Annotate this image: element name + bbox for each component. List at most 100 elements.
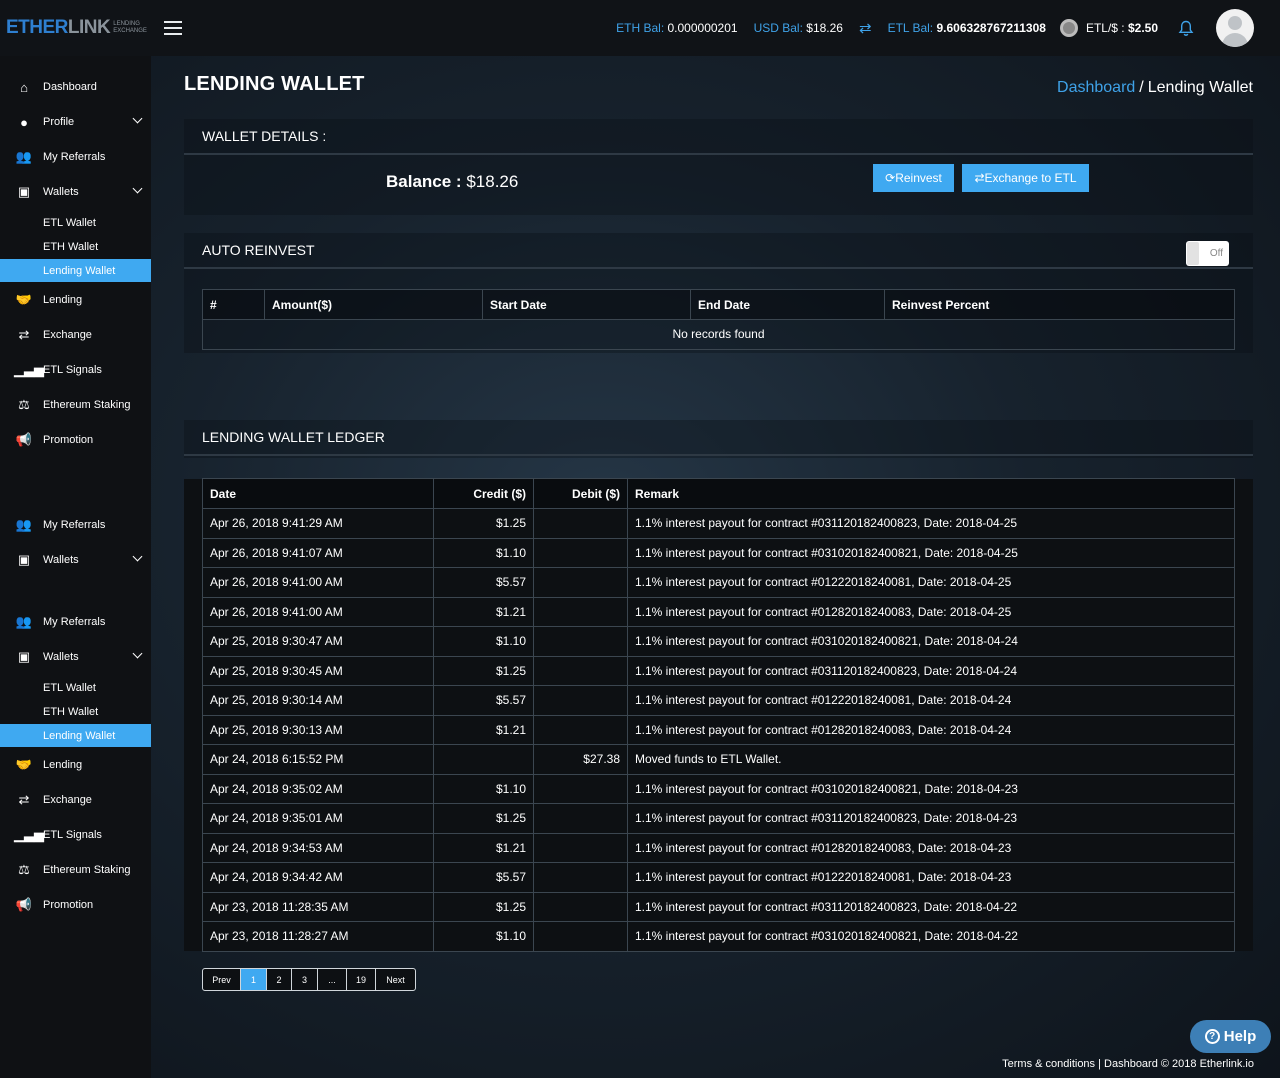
sidebar-item-lending[interactable]: 🤝 Lending (0, 288, 151, 312)
help-button[interactable]: ? Help (1190, 1020, 1271, 1053)
column-header-credit: Credit ($) (433, 478, 534, 509)
sidebar-item-promotion[interactable]: 📢 Promotion (0, 428, 151, 452)
sidebar-item-exchange[interactable]: ⇄ Exchange (0, 323, 151, 347)
chevron-down-icon (132, 648, 143, 659)
sidebar-item-etl-wallet-2[interactable]: ETL Wallet (0, 676, 151, 699)
cell-date: Apr 25, 2018 9:30:14 AM (202, 685, 434, 716)
handshake-icon: 🤝 (15, 757, 33, 772)
cell-debit (533, 862, 628, 893)
sidebar-item-exchange-2[interactable]: ⇄ Exchange (0, 788, 151, 812)
cell-remark: 1.1% interest payout for contract #01282… (627, 832, 1235, 863)
sidebar: ⌂ Dashboard ● Profile 👥 My Referrals ▣ Walle… (0, 56, 151, 1078)
swap-icon[interactable]: ⇄ (859, 19, 872, 37)
sidebar-item-promotion-2[interactable]: 📢 Promotion (0, 893, 151, 917)
sidebar-item-lending-wallet[interactable]: Lending Wallet (0, 259, 151, 282)
sidebar-item-dashboard[interactable]: ⌂ Dashboard (0, 75, 151, 99)
user-icon: ● (20, 114, 28, 130)
bell-icon[interactable] (1178, 20, 1194, 36)
cell-debit (533, 567, 628, 598)
cell-debit (533, 891, 628, 922)
pagination-page-1[interactable]: 1 (241, 969, 267, 990)
logo-text-ether: ETHER (6, 17, 68, 38)
breadcrumb-dashboard-link[interactable]: Dashboard (1057, 79, 1135, 96)
cell-remark: 1.1% interest payout for contract #03102… (627, 626, 1235, 657)
user-avatar[interactable] (1216, 9, 1254, 47)
sidebar-item-ethereum-staking-2[interactable]: ⚖ Ethereum Staking (0, 858, 151, 882)
question-icon: ? (1204, 1029, 1220, 1044)
top-bar: ETHER LINK LENDING EXCHANGE ETH Bal: 0.000… (0, 0, 1280, 56)
exchange-to-etl-button[interactable]: ⇄ Exchange to ETL (962, 164, 1089, 192)
table-row: Apr 24, 2018 9:34:53 AM $1.21 1.1% interes… (202, 832, 1235, 863)
pagination-page-19[interactable]: 19 (347, 969, 376, 990)
sidebar-item-etl-signals-2[interactable]: ▁▃▅ ETL Signals (0, 823, 151, 847)
cell-debit (533, 773, 628, 804)
hamburger-menu-icon[interactable] (164, 21, 182, 35)
table-row: Apr 23, 2018 11:28:35 AM $1.25 1.1% intere… (202, 891, 1235, 922)
sidebar-item-my-referrals-3[interactable]: 👥 My Referrals (0, 610, 151, 634)
cell-remark: 1.1% interest payout for contract #01282… (627, 714, 1235, 745)
cell-date: Apr 26, 2018 9:41:29 AM (202, 508, 434, 539)
exchange-icon: ⇄ (18, 792, 30, 807)
cell-credit: $1.10 (433, 626, 534, 657)
page-title: LENDING WALLET (184, 73, 365, 95)
cell-credit: $1.10 (433, 773, 534, 804)
cell-date: Apr 26, 2018 9:41:00 AM (202, 567, 434, 598)
chevron-down-icon (132, 551, 143, 562)
cell-remark: 1.1% interest payout for contract #03112… (627, 508, 1235, 539)
column-header: Start Date (482, 289, 691, 320)
pagination-prev[interactable]: Prev (203, 969, 241, 990)
cell-remark: 1.1% interest payout for contract #01282… (627, 596, 1235, 627)
column-header: # (202, 289, 265, 320)
chevron-down-icon (132, 113, 143, 124)
sidebar-item-my-referrals[interactable]: 👥 My Referrals (0, 145, 151, 169)
cell-remark: 1.1% interest payout for contract #03112… (627, 803, 1235, 834)
pagination-next[interactable]: Next (376, 969, 415, 990)
etherlink-logo[interactable]: ETHER LINK LENDING EXCHANGE (0, 0, 150, 56)
sidebar-item-ethereum-staking[interactable]: ⚖ Ethereum Staking (0, 393, 151, 417)
coin-icon (1059, 19, 1078, 37)
column-header-remark: Remark (627, 478, 1235, 509)
cell-date: Apr 25, 2018 9:30:13 AM (202, 714, 434, 745)
cell-credit: $1.21 (433, 596, 534, 627)
sidebar-item-lending-wallet-2[interactable]: Lending Wallet (0, 724, 151, 747)
cell-remark: 1.1% interest payout for contract #03102… (627, 537, 1235, 568)
cell-credit: $1.25 (433, 803, 534, 834)
sidebar-item-my-referrals-2[interactable]: 👥 My Referrals (0, 513, 151, 537)
sidebar-item-wallets-2[interactable]: ▣ Wallets (0, 548, 151, 572)
cell-debit (533, 596, 628, 627)
sidebar-item-profile[interactable]: ● Profile (0, 110, 151, 134)
table-header-row: Date Credit ($) Debit ($) Remark (202, 478, 1235, 509)
cell-date: Apr 23, 2018 11:28:35 AM (202, 891, 434, 922)
cell-date: Apr 24, 2018 9:34:53 AM (202, 832, 434, 863)
pagination-page-3[interactable]: 3 (292, 969, 318, 990)
cell-debit: $27.38 (533, 744, 628, 775)
reinvest-button[interactable]: ⟳ Reinvest (873, 164, 954, 192)
sidebar-item-wallets[interactable]: ▣ Wallets (0, 180, 151, 204)
cell-date: Apr 24, 2018 9:35:01 AM (202, 803, 434, 834)
auto-reinvest-toggle[interactable]: Off (1186, 241, 1229, 266)
pagination-page-2[interactable]: 2 (267, 969, 292, 990)
column-header-date: Date (202, 478, 434, 509)
money-icon: ▣ (17, 184, 31, 199)
cell-credit: $1.25 (433, 655, 534, 686)
cell-debit (533, 508, 628, 539)
sidebar-item-eth-wallet-2[interactable]: ETH Wallet (0, 700, 151, 723)
ledger-panel: LENDING WALLET LEDGER (184, 420, 1253, 458)
signal-icon: ▁▃▅ (14, 827, 44, 842)
bullhorn-icon: 📢 (15, 897, 33, 912)
wallet-details-heading: WALLET DETAILS : (184, 119, 1253, 155)
sidebar-item-etl-signals[interactable]: ▁▃▅ ETL Signals (0, 358, 151, 382)
cell-date: Apr 24, 2018 9:35:02 AM (202, 773, 434, 804)
sidebar-item-wallets-3[interactable]: ▣ Wallets (0, 645, 151, 669)
sidebar-item-eth-wallet[interactable]: ETH Wallet (0, 235, 151, 258)
scale-icon: ⚖ (18, 397, 30, 412)
etl-balance: ETL Bal: 9.606328767211308 (887, 21, 1046, 35)
table-row: Apr 24, 2018 9:35:02 AM $1.10 1.1% interes… (202, 773, 1235, 804)
sidebar-item-lending-2[interactable]: 🤝 Lending (0, 753, 151, 777)
logo-subtitle: LENDING EXCHANGE (113, 21, 147, 34)
sidebar-item-etl-wallet[interactable]: ETL Wallet (0, 211, 151, 234)
cell-debit (533, 714, 628, 745)
table-row: Apr 26, 2018 9:41:07 AM $1.10 1.1% interes… (202, 537, 1235, 568)
table-row: Apr 25, 2018 9:30:13 AM $1.21 1.1% interes… (202, 714, 1235, 745)
cell-credit: $1.25 (433, 891, 534, 922)
